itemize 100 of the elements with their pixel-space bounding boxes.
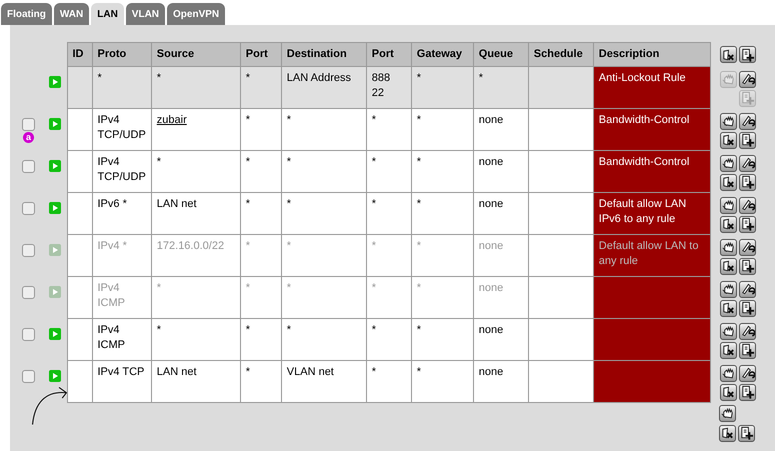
table-cell-text: * xyxy=(416,365,422,380)
add-icon[interactable] xyxy=(738,174,756,190)
edit-icon[interactable] xyxy=(738,322,756,340)
table-cell-text: Bandwidth-Control xyxy=(598,113,690,128)
table-cell-text: * xyxy=(372,281,378,296)
add-icon[interactable] xyxy=(738,46,756,63)
delete-icon[interactable] xyxy=(720,300,737,316)
delete-icon[interactable] xyxy=(719,424,736,442)
checkbox[interactable] xyxy=(22,202,35,214)
source-link[interactable]: zubair xyxy=(156,114,187,126)
table-cell-text: * xyxy=(478,71,484,86)
edit-icon[interactable] xyxy=(738,364,756,382)
table-cell-text: * xyxy=(246,239,252,254)
table-cell-text: none xyxy=(478,281,504,296)
checkbox[interactable] xyxy=(22,160,35,172)
add-icon[interactable] xyxy=(738,132,756,148)
tab[interactable]: Floating xyxy=(1,3,52,25)
table-cell-text: VLAN net xyxy=(286,365,335,380)
table-cell-text: * xyxy=(246,281,252,296)
table-cell-text: * xyxy=(246,155,252,170)
table-cell-text: * xyxy=(246,71,252,86)
add-icon[interactable] xyxy=(738,258,756,274)
table-cell: IPv4 TCP/UDP xyxy=(98,113,146,143)
checkbox[interactable] xyxy=(22,370,35,382)
hand-icon[interactable] xyxy=(720,112,737,130)
column-header: Port xyxy=(366,42,412,66)
table-cell-text: none xyxy=(478,323,504,338)
delete-icon[interactable] xyxy=(720,342,737,358)
table-cell-text: * xyxy=(416,71,422,86)
table-cell-text: * xyxy=(286,323,292,338)
tab[interactable]: OpenVPN xyxy=(167,3,226,25)
table-cell-text: * xyxy=(372,239,378,254)
delete-icon[interactable] xyxy=(720,46,737,63)
edit-icon[interactable] xyxy=(738,154,756,172)
table-cell: IPv4 TCP/UDP xyxy=(98,155,146,185)
table-cell-text: none xyxy=(478,197,504,212)
delete-icon[interactable] xyxy=(720,174,737,190)
table-cell-text: * xyxy=(416,239,422,254)
table-cell-text: * xyxy=(416,197,422,212)
table-cell-text: LAN net xyxy=(156,365,198,380)
edit-icon[interactable] xyxy=(738,196,756,214)
edit-icon[interactable] xyxy=(738,280,756,298)
table-cell-text: Default allow LAN IPv6 to any rule xyxy=(598,197,688,227)
add-icon[interactable] xyxy=(738,300,756,316)
table-cell-text: LAN Address xyxy=(286,71,352,86)
add-icon[interactable] xyxy=(738,424,756,442)
hand-icon[interactable] xyxy=(719,404,736,422)
table-cell-text: IPv4 ICMP xyxy=(98,323,126,353)
add-icon[interactable] xyxy=(738,342,756,358)
column-header: Port xyxy=(240,42,282,66)
table-cell-text: * xyxy=(98,71,103,86)
table-cell-text: none xyxy=(478,155,504,170)
table-cell-text: * xyxy=(156,323,162,338)
table-cell-text: Bandwidth-Control xyxy=(598,155,690,170)
column-header: Proto xyxy=(92,42,152,66)
delete-icon[interactable] xyxy=(720,384,737,400)
checkbox[interactable] xyxy=(22,286,35,298)
table-cell-text: * xyxy=(416,155,422,170)
hand-icon[interactable] xyxy=(720,196,737,214)
hand-icon[interactable] xyxy=(720,154,737,172)
table-cell-text: * xyxy=(416,323,422,338)
table-cell-text: * xyxy=(156,71,162,86)
table-cell-text: * xyxy=(286,239,292,254)
tab[interactable]: LAN xyxy=(91,3,124,25)
tab[interactable]: WAN xyxy=(54,3,90,25)
table-cell-text: * xyxy=(286,281,292,296)
checkbox[interactable] xyxy=(22,118,35,130)
edit-icon[interactable] xyxy=(738,238,756,256)
tab[interactable]: VLAN xyxy=(126,3,166,25)
hand-icon[interactable] xyxy=(720,322,737,340)
table-cell-text: * xyxy=(286,113,292,128)
hand-icon[interactable] xyxy=(720,280,737,298)
table-cell-text: * xyxy=(372,155,378,170)
table-cell-text: IPv6 * xyxy=(98,197,128,212)
edit-icon[interactable] xyxy=(738,112,756,130)
hand-icon[interactable] xyxy=(720,238,737,256)
table-cell-text: * xyxy=(156,155,162,170)
table-cell-text: * xyxy=(416,113,422,128)
delete-icon[interactable] xyxy=(720,258,737,274)
checkbox[interactable] xyxy=(22,244,35,256)
add-icon[interactable] xyxy=(738,384,756,400)
delete-icon[interactable] xyxy=(720,132,737,148)
table-cell-text: IPv4 ICMP xyxy=(98,281,126,311)
table-cell-text: none xyxy=(478,365,504,380)
hand-icon[interactable] xyxy=(720,364,737,382)
column-header: Source xyxy=(151,42,240,66)
table-cell-text: * xyxy=(372,113,378,128)
table-cell-text: * xyxy=(246,113,252,128)
add-icon[interactable] xyxy=(738,216,756,232)
table-cell-text: 172.16.0.0/22 xyxy=(156,239,226,254)
table-cell-text: * xyxy=(246,323,252,338)
checkbox[interactable] xyxy=(22,328,35,340)
table-cell-text: * xyxy=(246,197,252,212)
column-header: Destination xyxy=(281,42,366,66)
column-header: Description xyxy=(593,42,710,66)
edit-icon[interactable] xyxy=(738,70,756,88)
table-cell-text: * xyxy=(286,155,292,170)
column-header: Schedule xyxy=(528,42,594,66)
delete-icon[interactable] xyxy=(720,216,737,232)
table-cell-text: Default allow LAN to any rule xyxy=(598,239,700,269)
